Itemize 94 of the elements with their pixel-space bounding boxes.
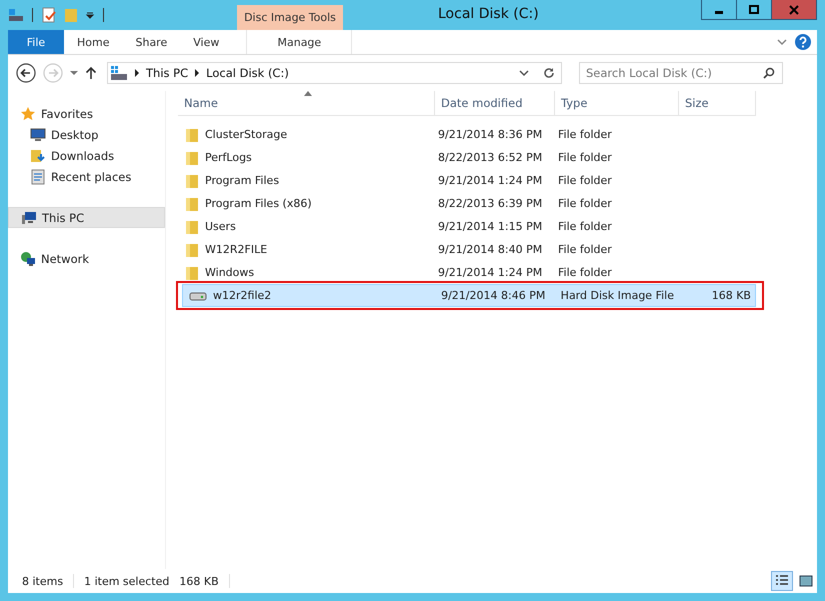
date-cell-text: 9/21/2014 8:36 PM	[437, 128, 544, 141]
selection-size: 168 KB	[179, 574, 219, 588]
breadcrumb[interactable]: Local Disk (C:)	[206, 66, 289, 80]
ribbon-tab[interactable]: Share	[122, 30, 180, 54]
file-row[interactable]: Users 9/21/2014 1:15 PM File folder	[178, 215, 756, 238]
sidebar-item[interactable]: Desktop	[8, 124, 165, 145]
disk-drive-icon	[189, 290, 207, 302]
sidebar-item[interactable]: Recent places	[8, 166, 165, 187]
folder-icon	[185, 242, 199, 258]
chevron-down-icon[interactable]	[777, 38, 787, 46]
chevron-down-icon[interactable]	[519, 69, 529, 77]
sidebar-item[interactable]: Downloads	[8, 145, 165, 166]
ribbon-tab[interactable]: Manage	[246, 30, 352, 54]
type-cell-text: File folder	[557, 266, 613, 279]
properties-icon[interactable]	[41, 7, 57, 23]
search-field[interactable]: Search Local Disk (C:)	[579, 62, 783, 84]
back-icon[interactable]	[16, 63, 36, 83]
column-header[interactable]: Size	[679, 91, 756, 116]
minimize-button[interactable]	[701, 0, 737, 20]
ribbon-tab[interactable]: View	[180, 30, 232, 54]
help-icon[interactable]	[795, 34, 811, 50]
type-cell-text: File folder	[557, 243, 613, 256]
file-name: Program Files (x86)	[205, 197, 312, 210]
file-row[interactable]: Program Files (x86) 8/22/2013 6:39 PM File folder	[178, 192, 756, 215]
item-count: 8 items	[22, 574, 64, 588]
folder-icon	[185, 264, 199, 280]
date-cell-text: 9/21/2014 8:46 PM	[440, 289, 546, 302]
column-header[interactable]: Date modified	[435, 91, 555, 116]
dropdown-icon[interactable]	[85, 10, 95, 20]
file-name: w12r2file2	[213, 289, 272, 302]
minimize-icon	[715, 11, 723, 14]
file-row[interactable]: w12r2file2 9/21/2014 8:46 PM Hard Disk Image File 168 KB	[182, 284, 756, 307]
file-name: Program Files	[205, 174, 280, 187]
details-list-icon	[775, 574, 789, 588]
date-cell-text: 9/21/2014 1:15 PM	[437, 220, 544, 233]
up-icon[interactable]	[85, 66, 97, 80]
file-tab[interactable]: File	[8, 30, 64, 54]
type-cell-text: File folder	[557, 220, 613, 233]
recent-places-icon	[30, 168, 46, 184]
maximize-icon	[749, 4, 759, 14]
type-cell-text: File folder	[557, 174, 613, 187]
close-icon	[789, 4, 799, 14]
type-cell-text: File folder	[557, 128, 613, 141]
file-row[interactable]: Program Files 9/21/2014 1:24 PM File folder	[178, 169, 756, 192]
sidebar-item[interactable]: Network	[8, 248, 165, 269]
type-cell-text: File folder	[557, 151, 613, 164]
address-bar[interactable]: This PC Local Disk (C:)	[107, 62, 562, 84]
date-cell-text: 8/22/2013 6:39 PM	[437, 197, 544, 210]
selection-count: 1 item selected	[84, 574, 170, 588]
file-name: PerfLogs	[205, 151, 252, 164]
ribbon-tab[interactable]: Home	[64, 30, 122, 54]
folder-icon	[185, 196, 199, 212]
date-cell-text: 9/21/2014 1:24 PM	[437, 174, 544, 187]
details-view-button[interactable]	[771, 571, 793, 591]
date-cell-text: 8/22/2013 6:52 PM	[437, 151, 544, 164]
file-name: ClusterStorage	[205, 128, 288, 141]
folder-icon	[185, 126, 199, 142]
column-header[interactable]: Type	[555, 91, 679, 116]
folder-icon	[185, 172, 199, 188]
network-icon	[20, 250, 36, 266]
monitor-icon	[30, 126, 46, 142]
breadcrumb-arrow-icon[interactable]	[194, 69, 200, 77]
folder-icon	[185, 218, 199, 234]
file-row[interactable]: W12R2FILE 9/21/2014 8:40 PM File folder	[178, 238, 756, 261]
date-cell-text: 9/21/2014 1:24 PM	[437, 266, 544, 279]
sidebar-item[interactable]: This PC	[8, 207, 165, 228]
date-cell-text: 9/21/2014 8:40 PM	[437, 243, 544, 256]
drive-icon	[110, 65, 128, 81]
star-icon	[20, 106, 36, 122]
file-row[interactable]: ClusterStorage 9/21/2014 8:36 PM File folder	[178, 123, 756, 146]
file-name: W12R2FILE	[205, 243, 268, 256]
type-cell-text: Hard Disk Image File	[560, 289, 675, 302]
drive-icon[interactable]	[8, 7, 24, 23]
picture-icon	[799, 574, 813, 588]
file-row[interactable]: PerfLogs 8/22/2013 6:52 PM File folder	[178, 146, 756, 169]
downloads-icon	[30, 148, 46, 164]
file-name: Users	[205, 220, 236, 233]
folder-icon	[185, 150, 199, 166]
sort-arrow-icon[interactable]	[304, 91, 312, 96]
window-title: Local Disk (C:)	[438, 6, 539, 22]
file-row[interactable]: Windows 9/21/2014 1:24 PM File folder	[178, 261, 756, 284]
file-name: Windows	[205, 266, 254, 279]
column-header[interactable]: Name	[178, 91, 435, 116]
caret-icon[interactable]	[70, 70, 78, 76]
contextual-tab-group: Disc Image Tools	[237, 5, 343, 30]
search-icon[interactable]	[763, 67, 775, 79]
size-cell: 168 KB	[712, 289, 751, 302]
type-cell-text: File folder	[557, 197, 613, 210]
close-button[interactable]	[771, 0, 817, 20]
breadcrumb-arrow-icon[interactable]	[134, 69, 140, 77]
refresh-icon[interactable]	[543, 67, 555, 79]
computer-icon	[21, 210, 37, 226]
sidebar-item[interactable]: Favorites	[8, 103, 165, 124]
breadcrumb[interactable]: This PC	[146, 66, 188, 80]
